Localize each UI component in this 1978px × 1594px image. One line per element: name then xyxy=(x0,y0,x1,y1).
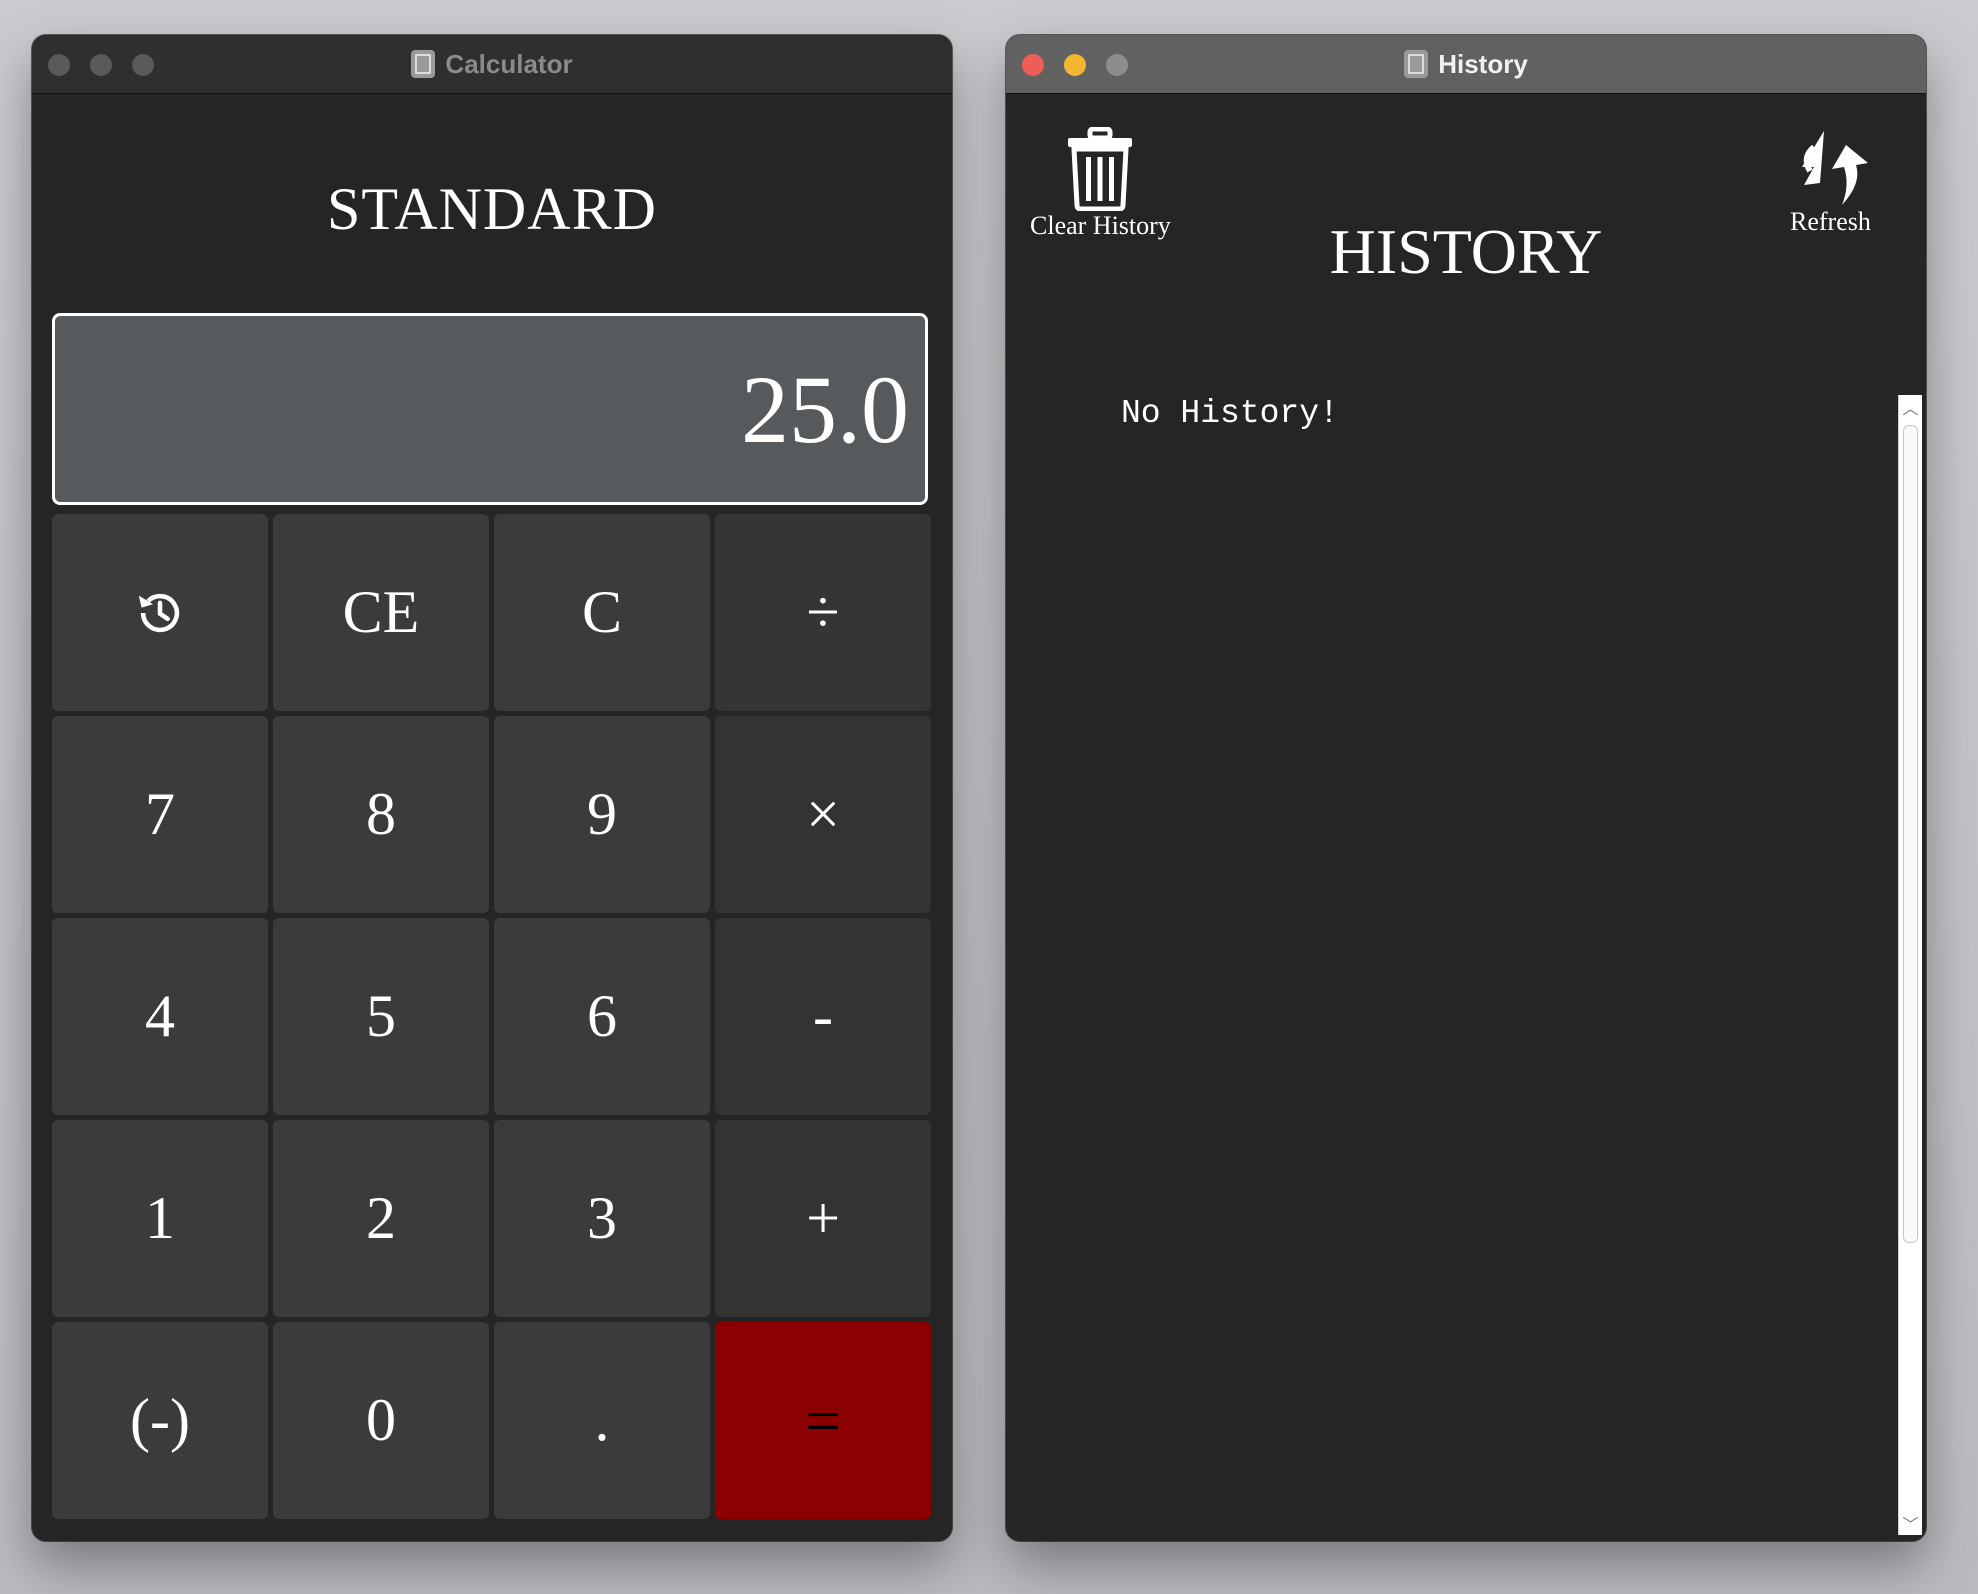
scroll-up-arrow-icon[interactable]: ︿ xyxy=(1899,395,1922,419)
window-controls xyxy=(1022,54,1128,76)
digit-6-button[interactable]: 6 xyxy=(494,918,710,1115)
close-button[interactable] xyxy=(48,54,70,76)
multiply-button[interactable]: × xyxy=(715,716,931,913)
window-title-text: History xyxy=(1438,48,1528,79)
digit-0-button[interactable]: 0 xyxy=(273,1322,489,1519)
digit-8-button[interactable]: 8 xyxy=(273,716,489,913)
history-window: History Clear History Refresh HISTORY No… xyxy=(1006,35,1926,1541)
keypad: CE C ÷ 7 8 9 × 4 5 6 - 1 2 3 + (-) 0 . = xyxy=(52,514,932,1519)
history-titlebar[interactable]: History xyxy=(1006,35,1926,94)
zoom-button[interactable] xyxy=(132,54,154,76)
history-heading: HISTORY xyxy=(1329,216,1603,287)
decimal-button[interactable]: . xyxy=(494,1322,710,1519)
digit-1-button[interactable]: 1 xyxy=(52,1120,268,1317)
window-title: Calculator xyxy=(411,48,573,80)
digit-9-button[interactable]: 9 xyxy=(494,716,710,913)
digit-5-button[interactable]: 5 xyxy=(273,918,489,1115)
minimize-button[interactable] xyxy=(1064,54,1086,76)
history-empty-message: No History! xyxy=(1121,395,1339,432)
digit-7-button[interactable]: 7 xyxy=(52,716,268,913)
clear-button[interactable]: C xyxy=(494,514,710,711)
calculator-display: 25.0 xyxy=(52,313,928,505)
mode-heading: STANDARD xyxy=(327,176,657,242)
window-controls xyxy=(48,54,154,76)
scroll-thumb[interactable] xyxy=(1903,425,1918,1243)
subtract-button[interactable]: - xyxy=(715,918,931,1115)
negate-button[interactable]: (-) xyxy=(52,1322,268,1519)
refresh-icon xyxy=(1802,131,1869,205)
digit-3-button[interactable]: 3 xyxy=(494,1120,710,1317)
history-icon xyxy=(138,593,180,632)
scroll-down-arrow-icon[interactable]: ﹀ xyxy=(1899,1511,1922,1535)
calculator-window: Calculator STANDARD 25.0 CE C ÷ 7 8 9 × … xyxy=(32,35,952,1541)
calculator-titlebar[interactable]: Calculator xyxy=(32,35,952,94)
digit-2-button[interactable]: 2 xyxy=(273,1120,489,1317)
add-button[interactable]: + xyxy=(715,1120,931,1317)
window-title: History xyxy=(1404,49,1528,80)
calculator-app-icon xyxy=(411,50,436,78)
trash-icon xyxy=(1068,127,1133,211)
clear-entry-button[interactable]: CE xyxy=(273,514,489,711)
history-button[interactable] xyxy=(52,514,268,711)
digit-4-button[interactable]: 4 xyxy=(52,918,268,1115)
window-title-text: Calculator xyxy=(445,48,573,79)
minimize-button[interactable] xyxy=(90,54,112,76)
display-value: 25.0 xyxy=(741,355,909,463)
equals-button[interactable]: = xyxy=(715,1322,931,1519)
divide-button[interactable]: ÷ xyxy=(715,514,931,711)
close-button[interactable] xyxy=(1022,54,1044,76)
zoom-button[interactable] xyxy=(1106,54,1128,76)
calculator-app-icon xyxy=(1404,50,1429,78)
history-scrollbar[interactable]: ︿ ﹀ xyxy=(1898,395,1922,1535)
